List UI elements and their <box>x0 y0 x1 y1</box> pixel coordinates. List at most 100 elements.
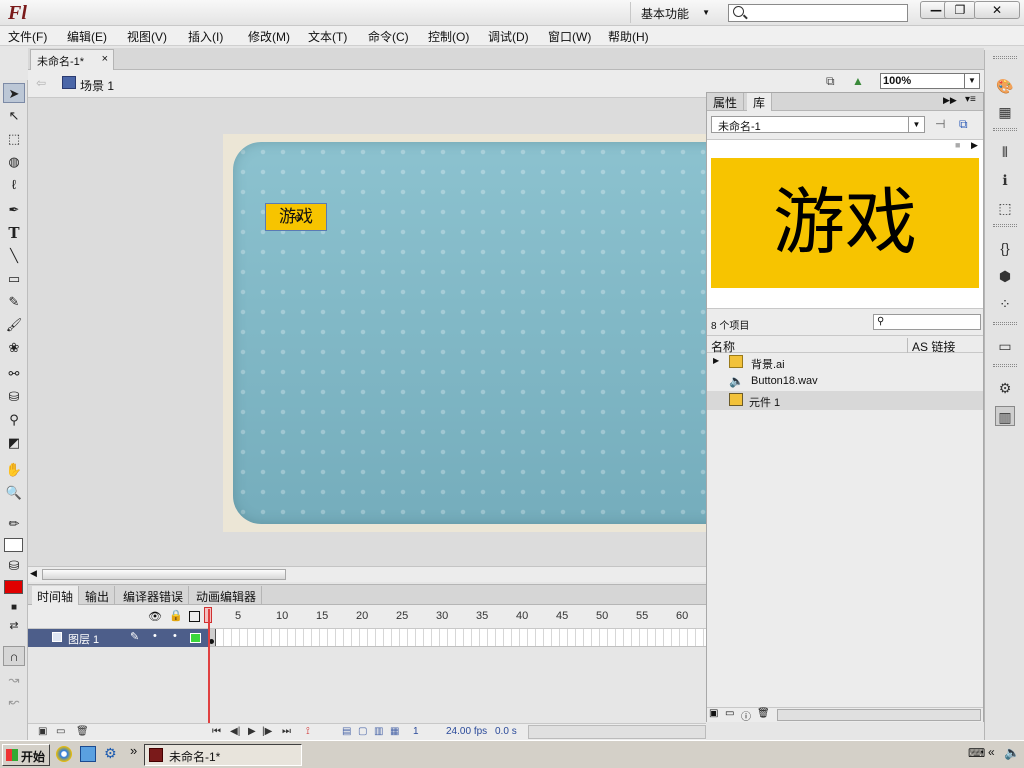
stage-button-symbol[interactable]: 游戏 ⊕ <box>265 203 327 231</box>
rectangle-tool-icon[interactable]: ▭ <box>3 269 25 289</box>
back-arrow-icon[interactable]: ⇦ <box>36 76 46 90</box>
swap-colors-icon[interactable]: ⇄ <box>3 616 25 636</box>
onion-outline-icon[interactable]: ▢ <box>358 726 367 737</box>
movie-explorer-icon[interactable]: ⚙ <box>995 378 1015 398</box>
menu-text[interactable]: 文本(T) <box>308 28 347 45</box>
stage-canvas[interactable] <box>223 134 706 532</box>
library-horizontal-scrollbar[interactable] <box>777 709 981 721</box>
zoom-select[interactable]: 100% ▼ <box>880 73 980 89</box>
scroll-thumb[interactable] <box>42 569 286 580</box>
motion-presets-icon[interactable]: ⁘ <box>995 294 1015 314</box>
tab-library[interactable]: 库 <box>747 93 773 111</box>
menu-debug[interactable]: 调试(D) <box>488 28 529 45</box>
info-panel-icon[interactable]: ℹ <box>995 170 1015 190</box>
close-button[interactable]: ✕ <box>974 1 1020 19</box>
edit-scene-icon[interactable]: ⧉ <box>826 74 835 89</box>
expand-arrow-icon[interactable]: ▶ <box>713 356 719 365</box>
lock-icon[interactable]: 🔒 <box>169 609 183 622</box>
volume-icon[interactable]: 🔈 <box>1004 745 1020 761</box>
black-white-icon[interactable]: ■ <box>3 598 25 618</box>
dock-grip[interactable] <box>993 224 1017 227</box>
current-frame[interactable]: 1 <box>413 726 419 737</box>
project-panel-icon[interactable]: ▭ <box>995 336 1015 356</box>
last-frame-icon[interactable]: ⏭ <box>282 726 291 737</box>
tab-compiler-errors[interactable]: 编译器错误 <box>118 586 190 605</box>
stage-horizontal-scrollbar[interactable]: ◀ <box>28 566 706 582</box>
snap-to-objects-icon[interactable]: ∩ <box>3 646 25 666</box>
workspace-switcher[interactable]: 基本功能 ▼ <box>630 2 716 23</box>
maximize-button[interactable]: ❐ <box>944 1 976 19</box>
delete-icon[interactable]: 🗑 <box>757 708 770 719</box>
menu-commands[interactable]: 命令(C) <box>368 28 409 45</box>
new-library-panel-icon[interactable]: ⧉ <box>959 117 968 132</box>
hand-tool-icon[interactable]: ✋ <box>3 460 25 480</box>
fill-color-icon[interactable]: ⛁ <box>3 556 25 576</box>
pencil-tool-icon[interactable]: ✎ <box>3 292 25 312</box>
subselection-tool-icon[interactable]: ↖ <box>3 106 25 126</box>
free-transform-tool-icon[interactable]: ⬚ <box>3 129 25 149</box>
quicklaunch-more[interactable]: » <box>130 743 137 758</box>
library-search-input[interactable]: ⚲ <box>873 314 981 330</box>
menu-window[interactable]: 窗口(W) <box>548 28 591 45</box>
components-panel-icon[interactable]: ⬢ <box>995 266 1015 286</box>
modify-markers-icon[interactable]: ▦ <box>390 726 399 737</box>
visibility-dot[interactable]: • <box>153 630 157 642</box>
eraser-tool-icon[interactable]: ◩ <box>3 433 25 453</box>
outline-icon[interactable] <box>189 611 200 622</box>
text-tool-icon[interactable]: T <box>3 223 25 243</box>
eye-icon[interactable]: 👁 <box>148 610 162 623</box>
chrome-quicklaunch-icon[interactable] <box>56 746 72 762</box>
straighten-icon[interactable]: ↜ <box>3 692 25 712</box>
library-item[interactable]: ▶ 背景.ai <box>707 353 983 372</box>
align-panel-icon[interactable]: ⫴ <box>995 142 1015 162</box>
fill-color-swatch[interactable] <box>4 580 23 594</box>
new-folder-icon[interactable]: ▭ <box>725 708 734 719</box>
layer-name[interactable]: 图层 1 <box>68 631 99 647</box>
new-symbol-icon[interactable]: ▣ <box>709 708 718 719</box>
ie-quicklaunch-icon[interactable] <box>80 746 96 762</box>
new-layer-icon[interactable]: ▣ <box>38 726 47 737</box>
dock-grip[interactable] <box>993 322 1017 325</box>
frames-row[interactable] <box>208 629 706 647</box>
menu-control[interactable]: 控制(O) <box>428 28 469 45</box>
prev-frame-icon[interactable]: ◀| <box>230 726 240 737</box>
stroke-color-icon[interactable]: ✏ <box>3 514 25 534</box>
scroll-left-arrow-icon[interactable]: ◀ <box>30 568 37 579</box>
selection-tool-icon[interactable]: ➤ <box>3 83 25 103</box>
swatches-panel-icon[interactable]: ▦ <box>995 102 1015 122</box>
pen-tool-icon[interactable]: ✒ <box>3 200 25 220</box>
3d-rotation-tool-icon[interactable]: ◍ <box>3 152 25 172</box>
settings-quicklaunch-icon[interactable]: ⚙ <box>104 745 117 762</box>
lock-dot[interactable]: • <box>173 630 177 642</box>
delete-layer-icon[interactable]: 🗑 <box>76 726 89 737</box>
tab-motion-editor[interactable]: 动画编辑器 <box>191 586 263 605</box>
library-item[interactable]: 🔈 Button18.wav <box>707 372 983 391</box>
play-icon[interactable]: ▶ <box>248 726 256 737</box>
zoom-tool-icon[interactable]: 🔍 <box>3 483 25 503</box>
menu-edit[interactable]: 编辑(E) <box>67 28 107 45</box>
preview-stop-icon[interactable]: ■ <box>955 140 960 150</box>
eyedropper-tool-icon[interactable]: ⚲ <box>3 410 25 430</box>
dock-grip[interactable] <box>993 128 1017 131</box>
document-tab[interactable]: 未命名-1* × <box>30 49 114 70</box>
deco-tool-icon[interactable]: ❀ <box>3 338 25 358</box>
library-document-select[interactable]: 未命名-1 ▼ <box>711 116 925 133</box>
line-tool-icon[interactable]: ╲ <box>3 246 25 266</box>
menu-file[interactable]: 文件(F) <box>8 28 47 45</box>
bone-tool-icon[interactable]: ⚯ <box>3 364 25 384</box>
menu-help[interactable]: 帮助(H) <box>608 28 649 45</box>
menu-modify[interactable]: 修改(M) <box>248 28 290 45</box>
menu-view[interactable]: 视图(V) <box>127 28 167 45</box>
scene-label[interactable]: 场景 1 <box>80 77 114 94</box>
taskbar-flash-window[interactable]: 未命名-1* <box>144 744 302 766</box>
transform-panel-icon[interactable]: ⬚ <box>995 198 1015 218</box>
pin-library-icon[interactable]: ⊣ <box>935 117 945 131</box>
preview-play-icon[interactable]: ▶ <box>971 140 978 151</box>
start-button[interactable]: 开始 <box>2 744 50 766</box>
stroke-color-swatch[interactable] <box>4 538 23 552</box>
collapse-panel-icon[interactable]: ▶▶ <box>943 95 957 106</box>
close-icon[interactable]: × <box>102 53 108 65</box>
paint-bucket-tool-icon[interactable]: ⛁ <box>3 387 25 407</box>
menu-insert[interactable]: 插入(I) <box>188 28 223 45</box>
brush-tool-icon[interactable]: 🖌 <box>3 315 25 335</box>
